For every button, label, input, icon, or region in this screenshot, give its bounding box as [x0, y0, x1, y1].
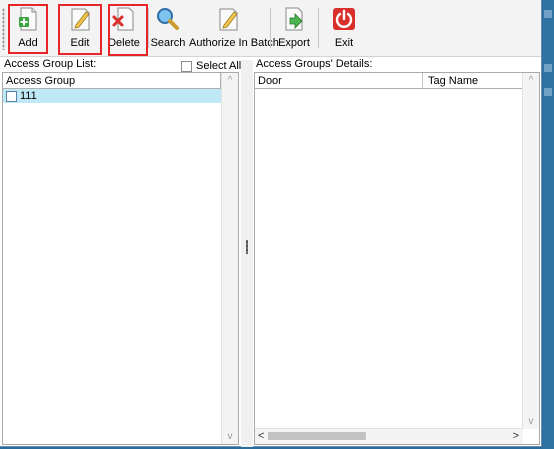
- edit-highlight-box: [58, 4, 102, 55]
- export-arrow-icon: [285, 7, 303, 31]
- export-button-label: Export: [278, 37, 310, 49]
- scroll-down-icon[interactable]: v: [222, 431, 238, 442]
- exit-button[interactable]: Exit: [326, 4, 362, 54]
- scroll-up-icon[interactable]: ^: [222, 75, 238, 86]
- access-group-list-title: Access Group List:: [4, 58, 97, 70]
- add-highlight-box: [8, 4, 48, 54]
- column-divider[interactable]: [422, 73, 423, 88]
- search-magnifier-icon: [157, 8, 179, 30]
- delete-highlight-box: [108, 4, 148, 56]
- access-group-window: Add Edit Delete Search Authorize In Batc…: [0, 0, 542, 447]
- column-header-tag-name[interactable]: Tag Name: [428, 75, 478, 87]
- search-button[interactable]: Search: [150, 4, 186, 54]
- access-group-details-title: Access Groups' Details:: [256, 58, 373, 70]
- toolbar-grip[interactable]: [2, 8, 5, 50]
- background-control: [544, 64, 552, 72]
- toolbar-separator: [270, 8, 271, 48]
- splitter-grip-icon: [246, 240, 248, 254]
- column-header-door[interactable]: Door: [258, 75, 282, 87]
- right-horizontal-scrollbar[interactable]: < >: [255, 428, 523, 444]
- select-all-checkbox[interactable]: Select All: [181, 60, 241, 72]
- scroll-up-icon[interactable]: ^: [523, 75, 539, 86]
- background-window-edge: [543, 0, 554, 449]
- power-icon: [333, 8, 355, 30]
- background-control: [544, 88, 552, 96]
- scroll-right-icon[interactable]: >: [513, 430, 519, 442]
- panel-splitter[interactable]: [241, 60, 253, 447]
- scroll-down-icon[interactable]: v: [523, 416, 539, 427]
- toolbar-separator: [318, 8, 319, 48]
- toolbar-separator: [148, 8, 149, 48]
- toolbar: Add Edit Delete Search Authorize In Batc…: [0, 0, 541, 57]
- details-column-header: Door Tag Name: [255, 73, 523, 89]
- scroll-left-icon[interactable]: <: [258, 430, 264, 442]
- row-checkbox[interactable]: [6, 91, 17, 102]
- table-row[interactable]: 111: [3, 89, 221, 103]
- left-vertical-scrollbar[interactable]: ^ v: [221, 73, 238, 444]
- authorize-pencil-icon: [219, 8, 238, 31]
- authorize-in-batch-label: Authorize In Batch: [189, 37, 279, 49]
- background-control: [544, 10, 552, 18]
- scrollbar-thumb[interactable]: [268, 432, 366, 440]
- exit-button-label: Exit: [334, 37, 354, 49]
- export-button[interactable]: Export: [276, 4, 312, 54]
- column-header-label: Access Group: [6, 75, 76, 87]
- checkbox-icon: [181, 60, 192, 72]
- select-all-label: Select All: [196, 60, 242, 72]
- authorize-in-batch-button[interactable]: Authorize In Batch: [189, 4, 279, 54]
- access-group-column-header[interactable]: Access Group: [3, 73, 221, 89]
- right-vertical-scrollbar[interactable]: ^ v: [522, 73, 539, 429]
- access-group-details-table: Door Tag Name ^ v < >: [254, 72, 540, 445]
- access-group-table: Access Group 111 ^ v: [2, 72, 239, 445]
- row-group-name: 111: [20, 90, 37, 102]
- search-button-label: Search: [150, 37, 186, 49]
